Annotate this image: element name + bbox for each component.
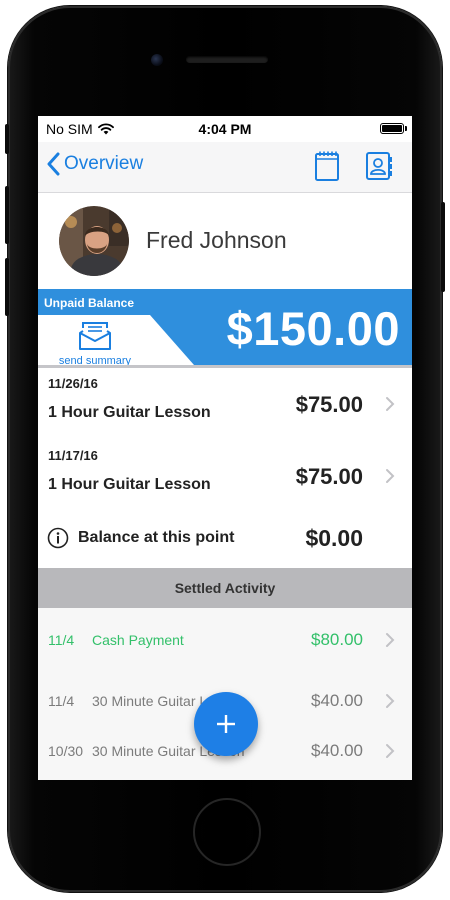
navigation-bar: Overview — [38, 142, 412, 193]
info-icon[interactable] — [47, 527, 69, 549]
chevron-left-icon — [47, 152, 60, 176]
transaction-date: 11/17/16 — [48, 448, 98, 463]
balance-at-point-row: Balance at this point $0.00 — [38, 514, 412, 558]
status-bar: No SIM 4:04 PM — [38, 116, 412, 142]
unpaid-balance-amount: $150.00 — [226, 302, 400, 355]
notebook-icon[interactable] — [312, 150, 342, 182]
unpaid-balance-label: Unpaid Balance — [44, 296, 135, 310]
unpaid-transaction-row[interactable]: 11/17/16 1 Hour Guitar Lesson $75.00 — [38, 440, 412, 514]
balance-at-point-label: Balance at this point — [78, 529, 235, 546]
client-name: Fred Johnson — [146, 227, 287, 253]
unpaid-transaction-row[interactable]: 11/26/16 1 Hour Guitar Lesson $75.00 — [38, 368, 412, 442]
volume-down-button — [5, 258, 9, 316]
back-button[interactable]: Overview — [46, 152, 143, 176]
balance-at-point-amount: $0.00 — [305, 525, 363, 551]
front-camera — [151, 54, 163, 66]
profile-header: Fred Johnson — [38, 193, 412, 289]
power-button — [441, 202, 445, 292]
settled-row[interactable]: 11/4 Cash Payment $80.00 — [38, 618, 412, 662]
settled-date: 11/4 — [48, 693, 75, 709]
envelope-icon — [79, 322, 111, 350]
settled-description: Cash Payment — [92, 632, 184, 648]
settled-amount: $40.00 — [311, 741, 363, 760]
home-button[interactable] — [193, 798, 261, 866]
back-label: Overview — [64, 153, 144, 174]
volume-up-button — [5, 186, 9, 244]
transaction-amount: $75.00 — [295, 464, 363, 489]
chevron-right-icon — [386, 633, 395, 647]
contact-card-icon[interactable] — [364, 150, 394, 182]
settled-activity-header: Settled Activity — [38, 568, 412, 608]
settled-date: 10/30 — [48, 743, 84, 759]
plus-icon — [217, 715, 235, 733]
chevron-right-icon — [386, 744, 395, 758]
send-summary-button[interactable]: send summary — [50, 322, 140, 367]
earpiece-speaker — [186, 56, 268, 63]
status-time: 4:04 PM — [198, 121, 252, 137]
chevron-right-icon — [386, 694, 395, 708]
unpaid-balance-banner: Unpaid Balance send summary $150.00 — [38, 289, 412, 367]
settled-date: 11/4 — [48, 632, 75, 648]
transaction-amount: $75.00 — [295, 392, 363, 417]
settled-amount: $40.00 — [311, 691, 363, 710]
transaction-description: 1 Hour Guitar Lesson — [48, 476, 211, 493]
chevron-right-icon — [386, 469, 395, 483]
chevron-right-icon — [386, 397, 395, 411]
transaction-description: 1 Hour Guitar Lesson — [48, 404, 211, 421]
app-screen: No SIM 4:04 PM Overview Fred Johnson Unp… — [38, 116, 412, 780]
transaction-date: 11/26/16 — [48, 376, 98, 391]
battery-icon — [380, 123, 407, 134]
add-button[interactable] — [194, 692, 258, 756]
settled-amount: $80.00 — [311, 630, 363, 649]
mute-switch — [5, 124, 9, 154]
avatar[interactable] — [59, 206, 129, 276]
